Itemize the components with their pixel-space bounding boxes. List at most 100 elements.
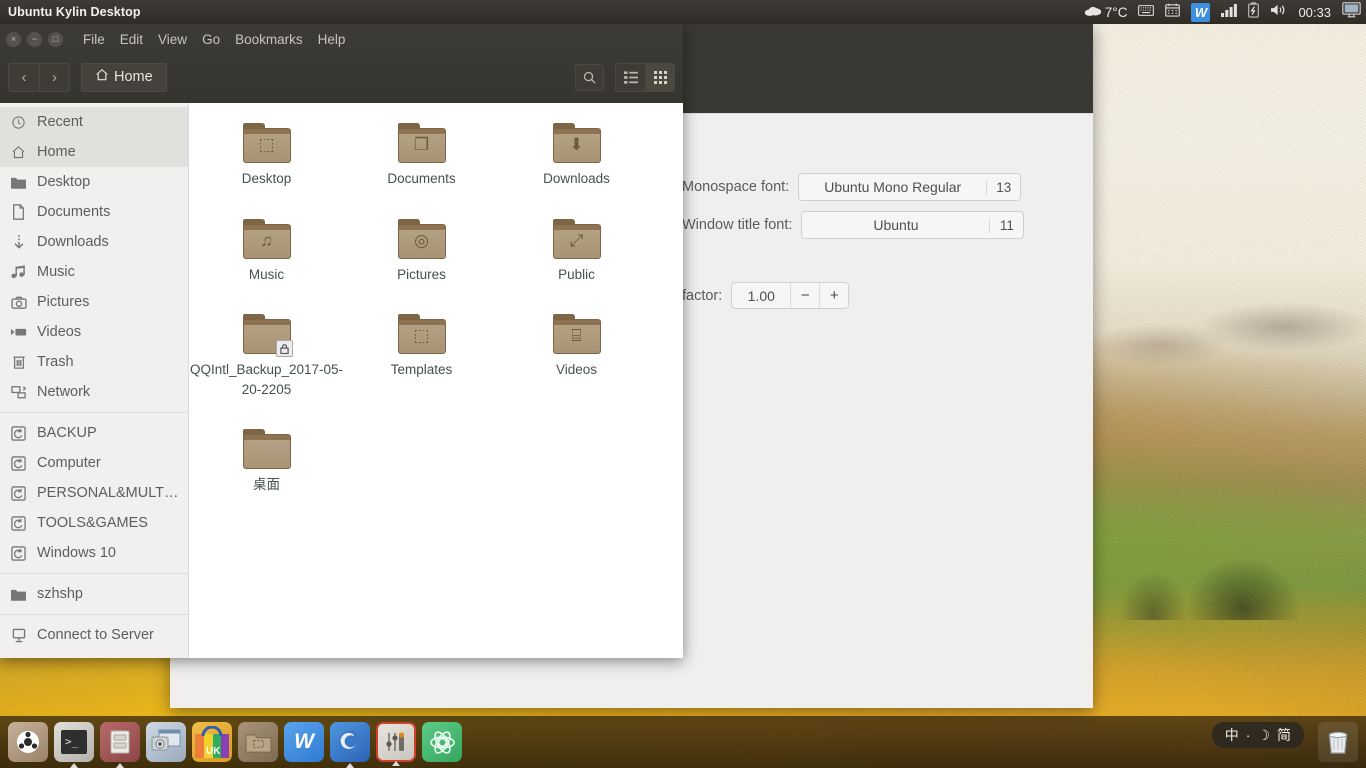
- search-icon[interactable]: [575, 63, 604, 91]
- file-item-documents[interactable]: ❐ Documents: [344, 117, 499, 189]
- display-icon[interactable]: [1342, 2, 1361, 22]
- wps-writer-icon[interactable]: W: [1191, 2, 1211, 22]
- volume-icon[interactable]: [1270, 3, 1287, 21]
- file-label: Videos: [555, 362, 598, 378]
- file-label: Pictures: [397, 266, 446, 282]
- menu-bookmarks[interactable]: Bookmarks: [235, 32, 303, 47]
- clock-label[interactable]: 00:33: [1298, 5, 1331, 20]
- home-icon: [10, 145, 27, 160]
- input-method-indicator[interactable]: 中 · ☽ 简: [1211, 722, 1304, 748]
- close-button[interactable]: ×: [6, 32, 21, 47]
- sidebar-item-computer[interactable]: Computer: [0, 448, 188, 478]
- trash-icon[interactable]: [1318, 722, 1358, 762]
- ubuntu-kylin-software-center-icon[interactable]: UK: [192, 722, 232, 762]
- monospace-font-button[interactable]: Ubuntu Mono Regular 13: [798, 173, 1022, 201]
- calendar-icon[interactable]: [1165, 3, 1181, 21]
- maximize-button[interactable]: □: [48, 32, 63, 47]
- signal-bars-icon[interactable]: [1221, 3, 1238, 21]
- moon-icon: ☽: [1257, 726, 1270, 743]
- sidebar-item-downloads[interactable]: Downloads: [0, 227, 188, 257]
- desktop-folder-icon[interactable]: [238, 722, 278, 762]
- folder-icon: [10, 588, 27, 601]
- file-item-public[interactable]: ⤢ Public: [499, 213, 654, 285]
- sidebar-divider-1: [0, 412, 188, 413]
- navigation-buttons: ‹ ›: [8, 62, 70, 92]
- file-item-qqintl-backup[interactable]: QQIntl_Backup_2017-05-20-2205: [189, 308, 344, 399]
- taskbar: >_ UK W 中 · ☽ 简: [0, 716, 1366, 768]
- sidebar-item-tools-games[interactable]: TOOLS&GAMES: [0, 508, 188, 538]
- file-item-desktop[interactable]: ⬚ Desktop: [189, 117, 344, 189]
- kylin-assistant-icon[interactable]: [422, 722, 462, 762]
- file-label: Desktop: [241, 171, 292, 186]
- file-item-templates[interactable]: ⬚ Templates: [344, 308, 499, 399]
- sidebar-item-home[interactable]: Home: [0, 137, 188, 167]
- menu-help[interactable]: Help: [318, 32, 346, 47]
- sidebar-item-personal-multi[interactable]: PERSONAL&MULT…: [0, 478, 188, 508]
- file-manager-icon[interactable]: [100, 722, 140, 768]
- file-item-downloads[interactable]: ⬇ Downloads: [499, 117, 654, 189]
- ime-language: 中: [1224, 727, 1239, 743]
- screenshot-icon[interactable]: [146, 722, 186, 762]
- sidebar-label-network: Network: [37, 384, 91, 400]
- sidebar-label-videos: Videos: [37, 324, 82, 340]
- file-label: Music: [248, 266, 285, 282]
- file-item-pictures[interactable]: ◎ Pictures: [344, 213, 499, 285]
- menu-edit[interactable]: Edit: [120, 32, 143, 47]
- folder-glyph: ⬇: [569, 135, 584, 154]
- menu-file[interactable]: File: [83, 32, 105, 47]
- scaling-factor-value[interactable]: 1.00: [732, 288, 790, 304]
- terminal-icon[interactable]: >_: [54, 722, 94, 768]
- file-manager-body: Recent Home Desktop Documents Downloads …: [0, 103, 683, 658]
- minimize-button[interactable]: −: [27, 32, 42, 47]
- drive-icon: [10, 425, 27, 441]
- forward-button[interactable]: ›: [39, 63, 69, 91]
- sidebar-item-connect-to-server[interactable]: Connect to Server: [0, 620, 188, 650]
- sidebar-item-pictures[interactable]: Pictures: [0, 287, 188, 317]
- sidebar-item-documents[interactable]: Documents: [0, 197, 188, 227]
- scaling-increase-button[interactable]: +: [819, 283, 848, 308]
- video-icon: [10, 326, 27, 338]
- grid-view-icon[interactable]: [645, 63, 674, 91]
- sidebar-label-connect-to-server: Connect to Server: [37, 627, 154, 643]
- wps-writer-icon[interactable]: W: [284, 722, 324, 762]
- top-panel: Ubuntu Kylin Desktop 7°C W 00:33: [0, 0, 1366, 24]
- launcher-list: >_ UK W: [0, 722, 462, 768]
- file-item-videos[interactable]: ⌸ Videos: [499, 308, 654, 399]
- sidebar-item-szhshp[interactable]: szhshp: [0, 579, 188, 609]
- file-item-zhuomian[interactable]: 桌面: [189, 423, 344, 495]
- sound-mixer-icon[interactable]: [376, 722, 416, 766]
- folder-glyph: ♫: [260, 230, 273, 250]
- file-manager-window[interactable]: × − □ File Edit View Go Bookmarks Help ‹…: [0, 24, 683, 658]
- sidebar-item-desktop[interactable]: Desktop: [0, 167, 188, 197]
- sidebar-item-videos[interactable]: Videos: [0, 317, 188, 347]
- menu-view[interactable]: View: [158, 32, 187, 47]
- sidebar[interactable]: Recent Home Desktop Documents Downloads …: [0, 103, 189, 658]
- scaling-factor-spinner[interactable]: 1.00 − +: [731, 282, 850, 309]
- clock-icon: [10, 115, 27, 130]
- lock-icon: [275, 340, 293, 358]
- keyboard-icon[interactable]: [1138, 4, 1155, 21]
- sidebar-item-trash[interactable]: Trash: [0, 347, 188, 377]
- sidebar-item-network[interactable]: Network: [0, 377, 188, 407]
- window-title-font-row: Window title font: Ubuntu 11: [682, 211, 1025, 239]
- list-view-icon[interactable]: [616, 63, 645, 91]
- sidebar-item-windows-10[interactable]: Windows 10: [0, 538, 188, 568]
- sidebar-item-music[interactable]: Music: [0, 257, 188, 287]
- file-grid[interactable]: ⬚ Desktop ❐ Documents ⬇ Downloads ♫ Musi…: [189, 103, 683, 658]
- folder-glyph: ⬚: [413, 326, 430, 346]
- battery-charging-icon[interactable]: [1248, 2, 1260, 22]
- weather-indicator[interactable]: 7°C: [1084, 5, 1127, 20]
- browser-icon[interactable]: [330, 722, 370, 768]
- sidebar-label-windows-10: Windows 10: [37, 545, 116, 561]
- window-title-font-button[interactable]: Ubuntu 11: [801, 211, 1025, 239]
- menu-go[interactable]: Go: [202, 32, 220, 47]
- drive-icon: [10, 515, 27, 531]
- breadcrumb-home-button[interactable]: Home: [81, 62, 167, 92]
- folder-templates-icon: ⬚: [397, 314, 446, 355]
- ubuntu-start-icon[interactable]: [8, 722, 48, 762]
- sidebar-item-backup[interactable]: BACKUP: [0, 418, 188, 448]
- sidebar-item-recent[interactable]: Recent: [0, 107, 188, 137]
- back-button[interactable]: ‹: [9, 64, 39, 91]
- file-item-music[interactable]: ♫ Music: [189, 213, 344, 285]
- scaling-decrease-button[interactable]: −: [790, 283, 819, 308]
